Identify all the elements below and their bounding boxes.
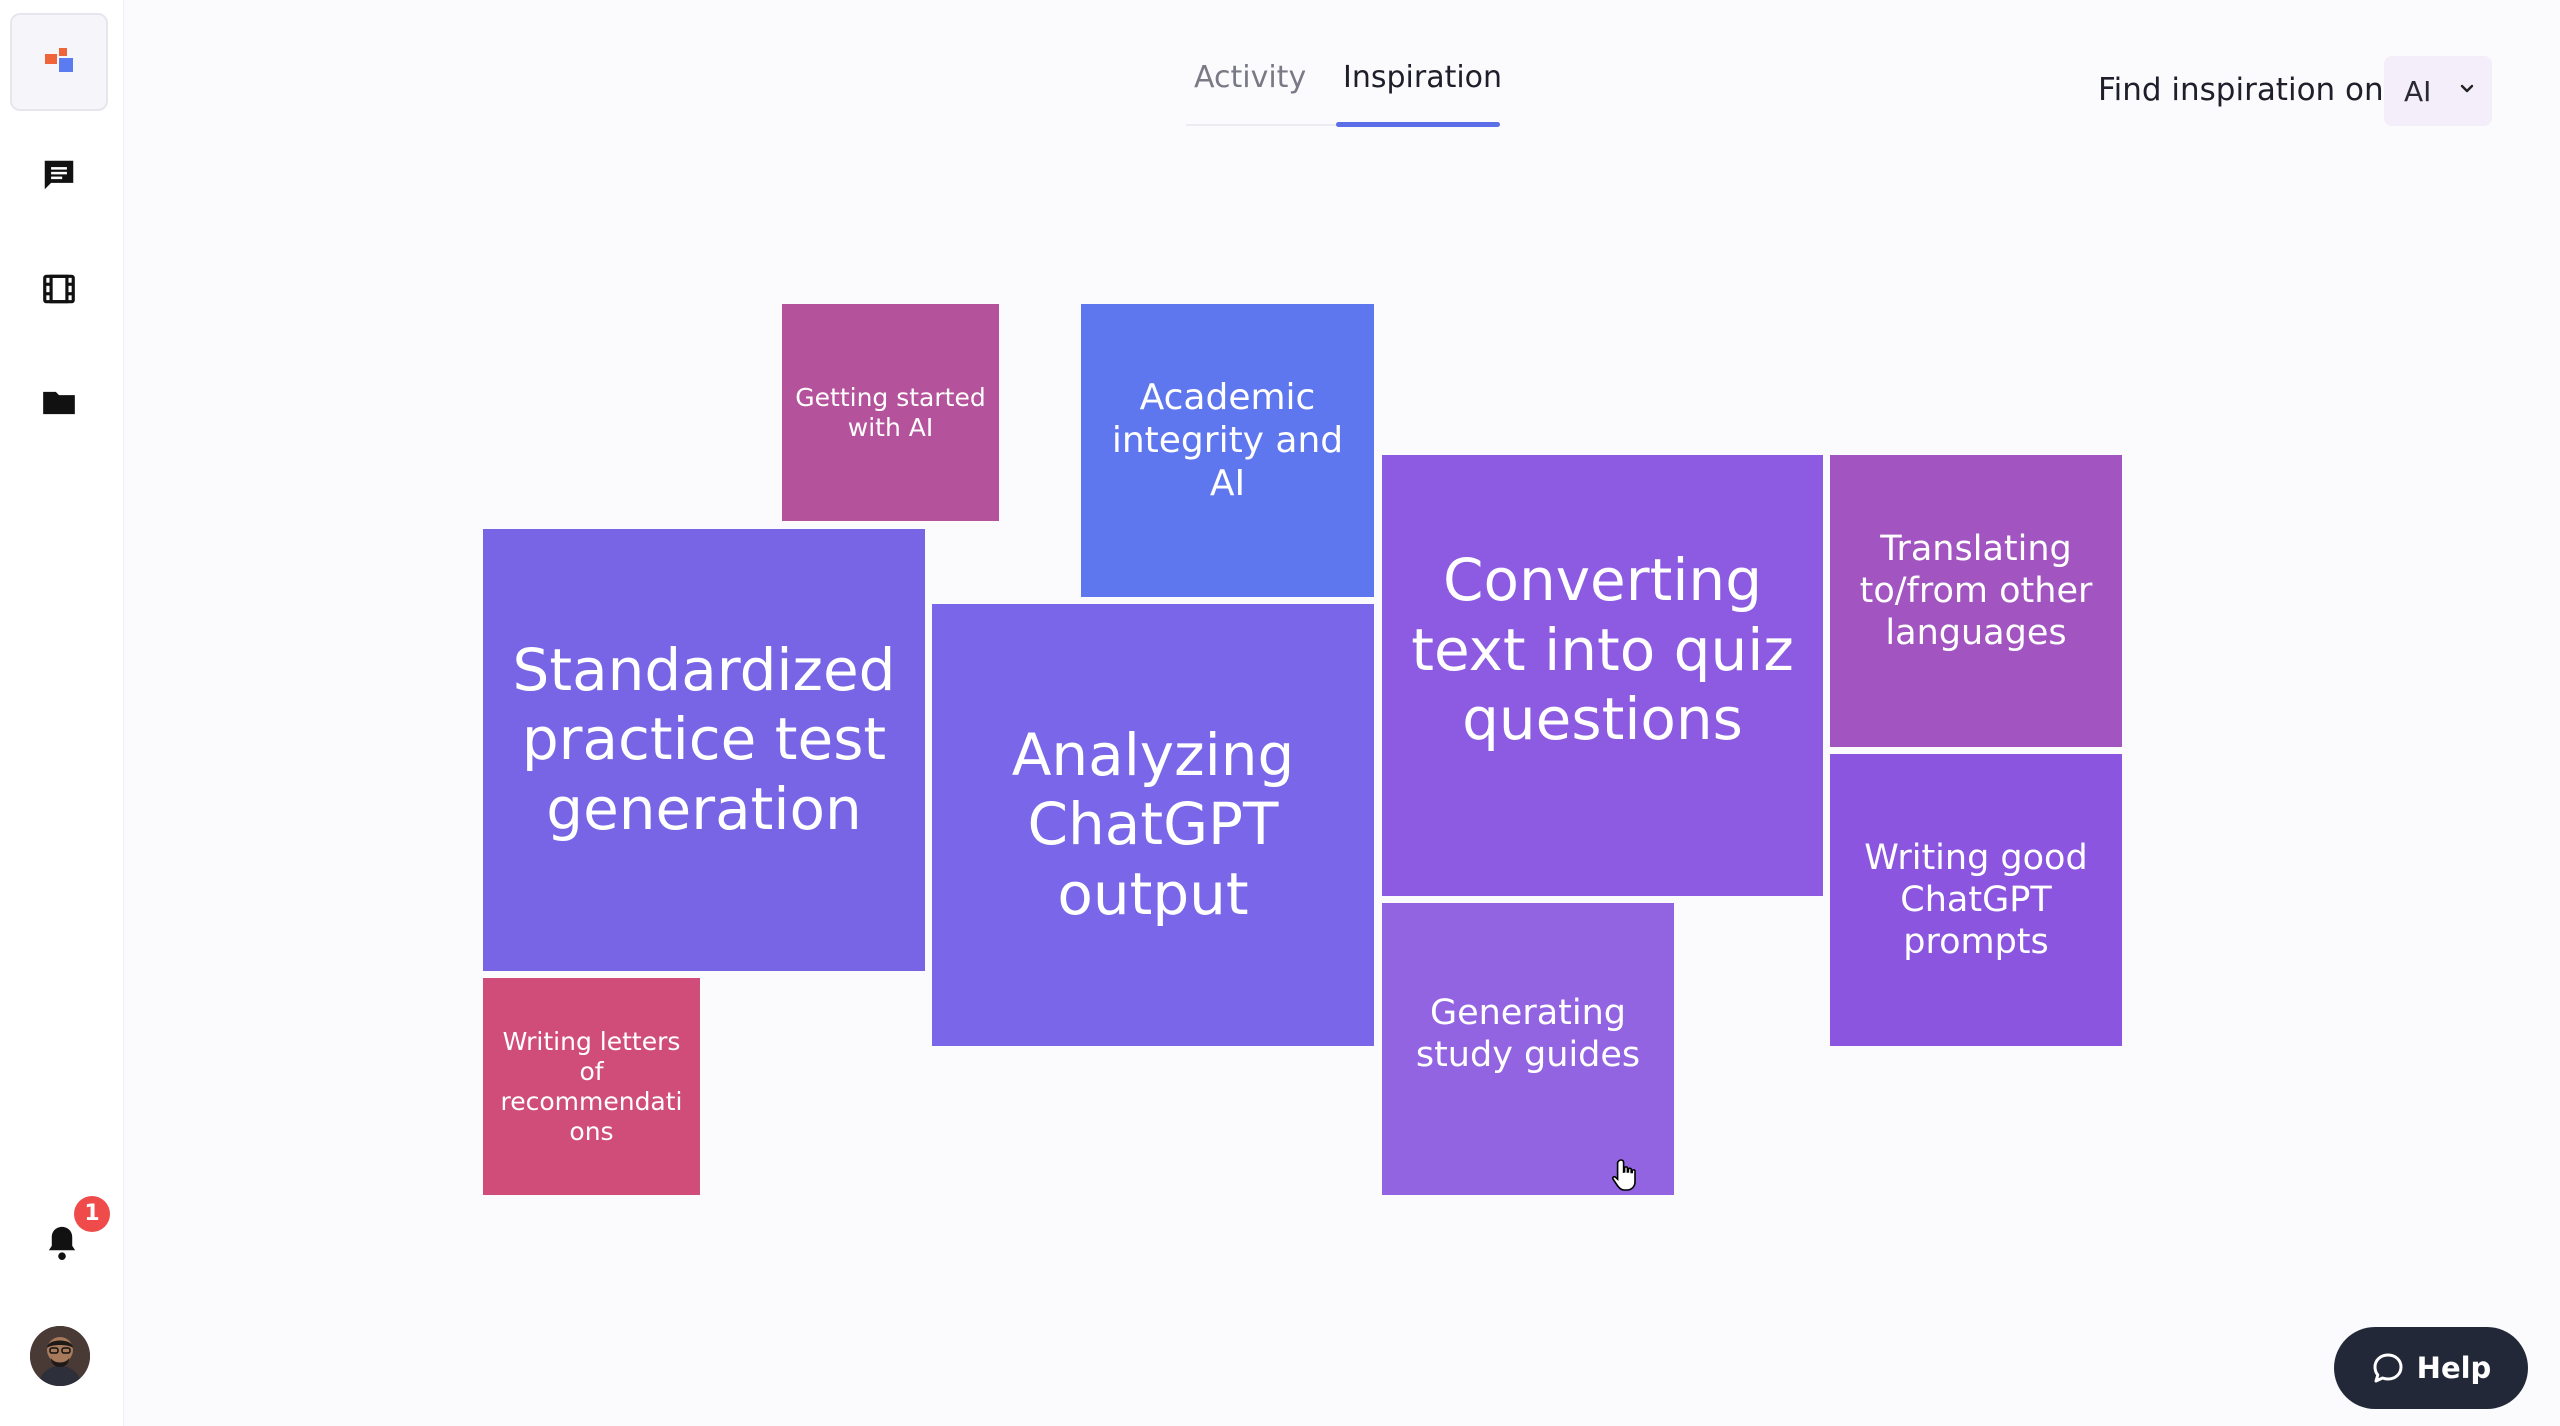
chat-bubble-icon bbox=[2373, 1353, 2403, 1383]
tabs-divider bbox=[1186, 124, 1336, 126]
tile-translating-languages[interactable]: Translating to/from other languages bbox=[1830, 455, 2122, 747]
topic-select-value: AI bbox=[2404, 74, 2432, 108]
folder-icon[interactable] bbox=[40, 384, 78, 422]
sidebar: 1 bbox=[0, 0, 124, 1426]
tile-writing-letters-of-recommendations[interactable]: Writing letters of recommendations bbox=[483, 978, 700, 1195]
tile-writing-good-chatgpt-prompts[interactable]: Writing good ChatGPT prompts bbox=[1830, 754, 2122, 1046]
notification-badge: 1 bbox=[74, 1196, 110, 1232]
hand-cursor-icon bbox=[1612, 1159, 1636, 1191]
help-button[interactable]: Help bbox=[2334, 1327, 2528, 1409]
tile-generating-study-guides[interactable]: Generating study guides bbox=[1382, 903, 1674, 1195]
tile-academic-integrity-and-ai[interactable]: Academic integrity and AI bbox=[1081, 304, 1374, 597]
avatar[interactable] bbox=[30, 1326, 90, 1386]
tile-getting-started-with-ai[interactable]: Getting started with AI bbox=[782, 304, 999, 521]
chat-icon[interactable] bbox=[40, 156, 78, 194]
bell-icon[interactable] bbox=[44, 1224, 80, 1262]
logo-button[interactable] bbox=[10, 13, 108, 111]
tile-standardized-practice-test-generation[interactable]: Standardized practice test generation bbox=[483, 529, 925, 971]
tile-analyzing-chatgpt-output[interactable]: Analyzing ChatGPT output bbox=[932, 604, 1374, 1046]
find-inspiration-label: Find inspiration on bbox=[2098, 72, 2384, 108]
logo-icon bbox=[45, 48, 73, 72]
app-root: 1 Activity Inspiration Find inspiration … bbox=[0, 0, 2560, 1426]
active-tab-indicator bbox=[1336, 122, 1500, 127]
tile-converting-text-into-quiz-questions[interactable]: Converting text into quiz questions bbox=[1382, 455, 1823, 896]
chevron-down-icon bbox=[2460, 84, 2474, 93]
topic-select[interactable]: AI bbox=[2384, 56, 2492, 126]
help-label: Help bbox=[2416, 1351, 2492, 1385]
tab-activity[interactable]: Activity bbox=[1194, 60, 1306, 95]
film-icon[interactable] bbox=[40, 270, 78, 308]
tab-inspiration[interactable]: Inspiration bbox=[1343, 60, 1502, 95]
